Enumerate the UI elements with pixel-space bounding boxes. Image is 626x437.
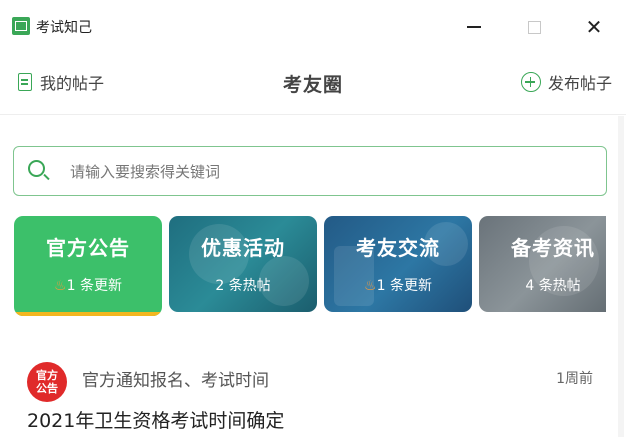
card-title: 优惠活动 [201,236,285,260]
plus-circle-icon [520,72,541,92]
post-title[interactable]: 2021年卫生资格考试时间确定 [27,406,284,433]
card-subtitle: ♨1 条更新 [14,275,162,295]
post-list-item[interactable]: 官方 公告 官方通知报名、考试时间 1周前 2021年卫生资格考试时间确定 [0,340,626,437]
publish-post-button[interactable]: 发布帖子 [520,70,612,94]
card-subtitle: 4 条热帖 [479,275,606,295]
search-icon [28,160,45,177]
app-logo-icon [12,17,30,35]
search-input[interactable] [68,147,592,196]
badge-line: 公告 [36,382,58,395]
card-exam-friends-exchange[interactable]: 考友交流 ♨1 条更新 [324,216,472,312]
flame-icon: ♨ [54,278,67,294]
app-header: 我的帖子 考友圈 发布帖子 [0,56,626,115]
card-title: 官方公告 [46,236,130,260]
card-count: 2 [215,278,225,294]
card-count: 4 [525,278,535,294]
card-suffix: 条更新 [389,278,432,294]
card-exam-prep-news[interactable]: 备考资讯 4 条热帖 [479,216,606,312]
maximize-icon [527,20,541,34]
card-title: 考友交流 [356,236,440,260]
card-suffix: 条更新 [79,278,122,294]
card-count: 1 [376,278,386,294]
post-timestamp: 1周前 [556,371,593,387]
flame-icon: ♨ [364,278,377,294]
close-button[interactable]: ✕ [574,10,614,44]
card-promotions[interactable]: 优惠活动 2 条热帖 [169,216,317,312]
card-title: 备考资讯 [511,236,595,260]
card-subtitle: 2 条热帖 [169,275,317,295]
post-category: 官方通知报名、考试时间 [82,371,269,391]
search-box[interactable] [13,146,607,196]
card-count: 1 [66,278,76,294]
maximize-button[interactable] [514,10,554,44]
minimize-icon [467,26,481,28]
card-suffix: 条热帖 [228,278,271,294]
card-suffix: 条热帖 [538,278,581,294]
window-titlebar: 考试知己 ✕ [0,0,626,56]
card-subtitle: ♨1 条更新 [324,275,472,295]
category-cards: 官方公告 ♨1 条更新 优惠活动 2 条热帖 考友交流 ♨1 条更新 备考资讯 … [14,216,606,316]
publish-post-label: 发布帖子 [547,74,612,93]
badge-line: 官方 [36,369,58,382]
official-announcement-badge: 官方 公告 [27,362,67,402]
minimize-button[interactable] [454,10,494,44]
app-title: 考试知己 [36,20,92,36]
card-official-announcements[interactable]: 官方公告 ♨1 条更新 [14,216,162,316]
